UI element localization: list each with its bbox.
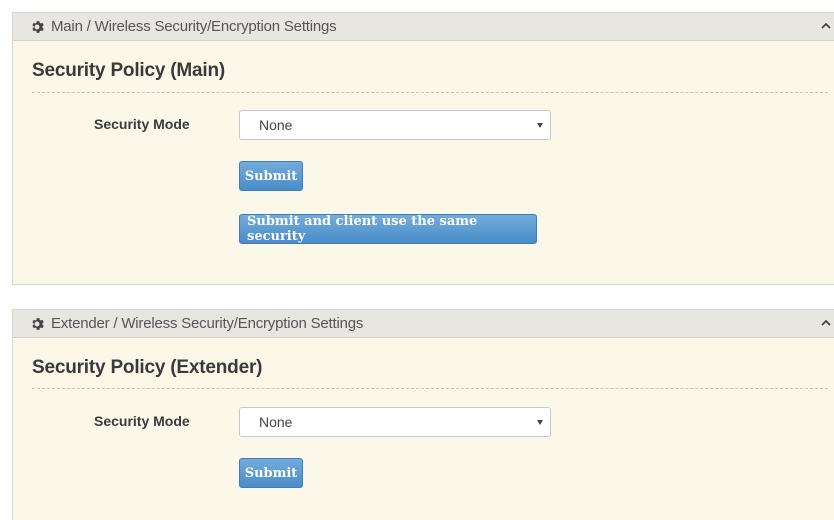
caret-down-icon bbox=[537, 123, 543, 128]
extender-section-title: Security Policy (Extender) bbox=[32, 357, 263, 378]
extender-panel-header[interactable]: Extender / Wireless Security/Encryption … bbox=[13, 310, 834, 338]
main-submit-button[interactable]: Submit bbox=[239, 161, 303, 191]
extender-security-mode-value: None bbox=[259, 414, 293, 430]
main-panel-header[interactable]: Main / Wireless Security/Encryption Sett… bbox=[13, 13, 834, 41]
extender-security-panel: Extender / Wireless Security/Encryption … bbox=[12, 309, 834, 520]
gear-icon bbox=[32, 317, 44, 330]
chevron-up-icon[interactable] bbox=[820, 20, 832, 32]
main-security-mode-value: None bbox=[259, 117, 293, 133]
extender-security-mode-select[interactable]: None bbox=[239, 407, 551, 437]
extender-panel-title: Extender / Wireless Security/Encryption … bbox=[51, 315, 364, 332]
main-submit-client-same-security-button[interactable]: Submit and client use the same security bbox=[239, 214, 537, 244]
caret-down-icon bbox=[537, 420, 543, 425]
main-panel-title: Main / Wireless Security/Encryption Sett… bbox=[51, 18, 337, 35]
main-security-mode-select[interactable]: None bbox=[239, 110, 551, 140]
extender-divider bbox=[32, 388, 828, 389]
main-security-panel: Main / Wireless Security/Encryption Sett… bbox=[12, 12, 834, 285]
extender-security-mode-label: Security Mode bbox=[94, 413, 190, 429]
extender-submit-button[interactable]: Submit bbox=[239, 458, 303, 488]
chevron-up-icon[interactable] bbox=[820, 317, 832, 329]
main-section-title: Security Policy (Main) bbox=[32, 60, 226, 81]
main-divider bbox=[32, 92, 828, 93]
gear-icon bbox=[32, 20, 44, 33]
main-security-mode-label: Security Mode bbox=[94, 116, 190, 132]
